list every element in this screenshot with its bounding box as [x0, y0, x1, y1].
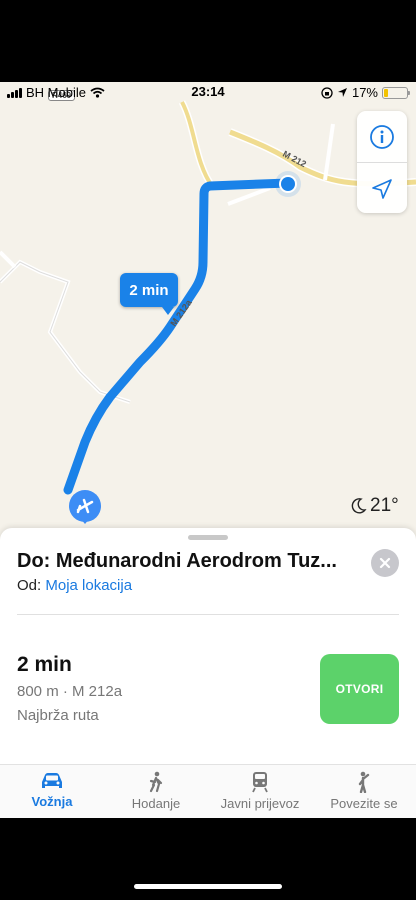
- battery-icon: [382, 86, 410, 99]
- location-services-icon: [337, 88, 347, 97]
- info-button[interactable]: [357, 111, 407, 162]
- signal-icon: [7, 87, 22, 98]
- transport-tabbar: Vožnja Hodanje Javni prijevoz Povezite s…: [0, 764, 416, 818]
- weather-indicator: 21°: [349, 495, 399, 517]
- walking-icon: [149, 771, 163, 793]
- temperature: 21°: [370, 495, 399, 516]
- tab-transit-label: Javni prijevoz: [220, 796, 300, 811]
- tab-rideshare-label: Povezite se: [330, 796, 398, 811]
- route-type: Najbrža ruta: [17, 707, 99, 724]
- directions-sheet: Do: Međunarodni Aerodrom Tuz... Od: Moja…: [0, 528, 416, 818]
- map-canvas[interactable]: [0, 82, 416, 542]
- tab-walking-label: Hodanje: [131, 796, 181, 811]
- top-bezel: [0, 0, 416, 82]
- battery-percent: 17%: [351, 85, 378, 100]
- destination-title: Do: Međunarodni Aerodrom Tuz...: [17, 550, 337, 572]
- info-icon: [370, 124, 394, 149]
- road-side-a: [227, 186, 271, 206]
- route-distance: 800 m · M 212a: [17, 683, 123, 700]
- orientation-lock-icon: [321, 86, 333, 99]
- close-icon: [379, 557, 391, 569]
- sheet-separator: [17, 614, 399, 615]
- tab-walking[interactable]: Hodanje: [104, 765, 208, 818]
- tab-rideshare[interactable]: Povezite se: [312, 765, 416, 818]
- airport-pin[interactable]: [69, 490, 101, 524]
- sheet-grabber[interactable]: [188, 535, 228, 540]
- moon-icon: [351, 498, 367, 514]
- origin-link[interactable]: Moja lokacija: [45, 577, 132, 594]
- tab-driving[interactable]: Vožnja: [0, 765, 104, 818]
- wifi-icon: [90, 87, 105, 98]
- route-eta: 2 min: [17, 653, 72, 676]
- carrier-name: BH Mobile: [26, 85, 86, 100]
- map-controls: [357, 111, 407, 213]
- close-button[interactable]: [371, 549, 399, 577]
- tab-driving-label: Vožnja: [31, 794, 73, 809]
- home-indicator[interactable]: [134, 884, 282, 889]
- status-bar: BH Mobile 23:14 17%: [0, 82, 416, 102]
- rideshare-icon: [358, 771, 370, 793]
- battery-fill: [384, 88, 388, 97]
- location-arrow-icon: [372, 178, 392, 199]
- current-location-dot[interactable]: [281, 177, 295, 191]
- go-button[interactable]: OTVORI: [320, 654, 399, 724]
- from-prefix: Od:: [17, 577, 42, 594]
- road-west: [0, 259, 131, 404]
- origin-line: Od: Moja lokacija: [17, 577, 132, 594]
- maps-screen: R469 M 212 M 212a 2 min BH Mobile 23:14: [0, 82, 416, 818]
- train-icon: [252, 772, 268, 793]
- car-icon: [42, 773, 62, 788]
- road-side-b: [323, 123, 335, 181]
- road-west-b: [0, 250, 17, 269]
- tab-transit[interactable]: Javni prijevoz: [208, 765, 312, 818]
- route-line[interactable]: [63, 178, 293, 495]
- route-time-bubble[interactable]: 2 min: [120, 273, 178, 315]
- track-location-button[interactable]: [357, 163, 407, 214]
